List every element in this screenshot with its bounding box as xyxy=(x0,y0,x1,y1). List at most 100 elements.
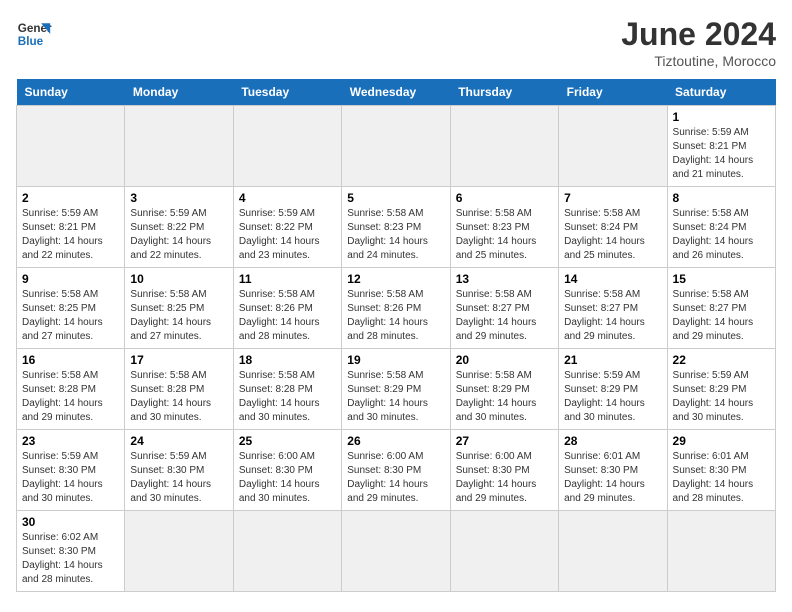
day-cell xyxy=(125,106,233,187)
day-cell: 7Sunrise: 5:58 AM Sunset: 8:24 PM Daylig… xyxy=(559,187,667,268)
day-number: 8 xyxy=(673,191,770,205)
day-number: 30 xyxy=(22,515,119,529)
day-cell: 8Sunrise: 5:58 AM Sunset: 8:24 PM Daylig… xyxy=(667,187,775,268)
header-row: SundayMondayTuesdayWednesdayThursdayFrid… xyxy=(17,79,776,106)
day-number: 9 xyxy=(22,272,119,286)
day-number: 28 xyxy=(564,434,661,448)
day-number: 13 xyxy=(456,272,553,286)
day-cell xyxy=(233,511,341,592)
week-row-4: 16 Sunrise: 5:58 AM Sunset: 8:28 PM Dayli… xyxy=(17,349,776,430)
day-info: Sunrise: 5:58 AM Sunset: 8:28 PM Dayligh… xyxy=(130,369,227,425)
day-cell: 26Sunrise: 6:00 AM Sunset: 8:30 PM Dayli… xyxy=(342,430,450,511)
day-info: Sunrise: 5:59 AM Sunset: 8:21 PM Dayligh… xyxy=(673,126,770,182)
day-cell: 13 Sunrise: 5:58 AM Sunset: 8:27 PM Dayli… xyxy=(450,268,558,349)
day-info: Sunrise: 6:01 AM Sunset: 8:30 PM Dayligh… xyxy=(673,450,770,506)
page-header: General Blue June 2024 Tiztoutine, Moroc… xyxy=(16,16,776,69)
day-info: Sunrise: 6:00 AM Sunset: 8:30 PM Dayligh… xyxy=(347,450,444,506)
day-number: 20 xyxy=(456,353,553,367)
day-cell: 15 Sunrise: 5:58 AM Sunset: 8:27 PM Dayli… xyxy=(667,268,775,349)
day-cell: 29Sunrise: 6:01 AM Sunset: 8:30 PM Dayli… xyxy=(667,430,775,511)
day-info: Sunrise: 5:59 AM Sunset: 8:29 PM Dayligh… xyxy=(673,369,770,425)
day-cell: 23 Sunrise: 5:59 AM Sunset: 8:30 PM Dayli… xyxy=(17,430,125,511)
header-cell-thursday: Thursday xyxy=(450,79,558,106)
week-row-6: 30 Sunrise: 6:02 AM Sunset: 8:30 PM Dayli… xyxy=(17,511,776,592)
day-cell xyxy=(342,511,450,592)
day-info: Sunrise: 6:00 AM Sunset: 8:30 PM Dayligh… xyxy=(239,450,336,506)
header-cell-wednesday: Wednesday xyxy=(342,79,450,106)
day-cell: 24 Sunrise: 5:59 AM Sunset: 8:30 PM Dayli… xyxy=(125,430,233,511)
day-cell: 20 Sunrise: 5:58 AM Sunset: 8:29 PM Dayli… xyxy=(450,349,558,430)
day-number: 22 xyxy=(673,353,770,367)
day-number: 10 xyxy=(130,272,227,286)
day-cell: 18 Sunrise: 5:58 AM Sunset: 8:28 PM Dayli… xyxy=(233,349,341,430)
day-number: 5 xyxy=(347,191,444,205)
day-cell xyxy=(125,511,233,592)
day-info: Sunrise: 5:58 AM Sunset: 8:25 PM Dayligh… xyxy=(130,288,227,344)
week-row-1: 1 Sunrise: 5:59 AM Sunset: 8:21 PM Daylig… xyxy=(17,106,776,187)
day-cell: 5 Sunrise: 5:58 AM Sunset: 8:23 PM Daylig… xyxy=(342,187,450,268)
header-cell-monday: Monday xyxy=(125,79,233,106)
day-cell: 25 Sunrise: 6:00 AM Sunset: 8:30 PM Dayli… xyxy=(233,430,341,511)
day-cell xyxy=(233,106,341,187)
day-number: 11 xyxy=(239,272,336,286)
day-cell: 19 Sunrise: 5:58 AM Sunset: 8:29 PM Dayli… xyxy=(342,349,450,430)
day-number: 24 xyxy=(130,434,227,448)
day-number: 17 xyxy=(130,353,227,367)
week-row-5: 23 Sunrise: 5:59 AM Sunset: 8:30 PM Dayli… xyxy=(17,430,776,511)
day-cell xyxy=(667,511,775,592)
logo: General Blue xyxy=(16,16,52,52)
title-area: June 2024 Tiztoutine, Morocco xyxy=(621,16,776,69)
header-cell-saturday: Saturday xyxy=(667,79,775,106)
day-number: 14 xyxy=(564,272,661,286)
day-number: 3 xyxy=(130,191,227,205)
day-number: 25 xyxy=(239,434,336,448)
day-info: Sunrise: 5:58 AM Sunset: 8:28 PM Dayligh… xyxy=(22,369,119,425)
day-info: Sunrise: 5:58 AM Sunset: 8:27 PM Dayligh… xyxy=(673,288,770,344)
day-info: Sunrise: 5:59 AM Sunset: 8:22 PM Dayligh… xyxy=(130,207,227,263)
day-number: 19 xyxy=(347,353,444,367)
day-cell xyxy=(450,511,558,592)
day-number: 12 xyxy=(347,272,444,286)
day-info: Sunrise: 6:00 AM Sunset: 8:30 PM Dayligh… xyxy=(456,450,553,506)
calendar-title: June 2024 xyxy=(621,16,776,53)
day-cell: 11Sunrise: 5:58 AM Sunset: 8:26 PM Dayli… xyxy=(233,268,341,349)
day-cell xyxy=(559,511,667,592)
day-info: Sunrise: 5:59 AM Sunset: 8:29 PM Dayligh… xyxy=(564,369,661,425)
day-info: Sunrise: 5:58 AM Sunset: 8:29 PM Dayligh… xyxy=(456,369,553,425)
day-info: Sunrise: 5:58 AM Sunset: 8:27 PM Dayligh… xyxy=(564,288,661,344)
day-cell: 3 Sunrise: 5:59 AM Sunset: 8:22 PM Daylig… xyxy=(125,187,233,268)
day-cell: 9 Sunrise: 5:58 AM Sunset: 8:25 PM Daylig… xyxy=(17,268,125,349)
day-number: 2 xyxy=(22,191,119,205)
day-number: 15 xyxy=(673,272,770,286)
day-info: Sunrise: 5:59 AM Sunset: 8:22 PM Dayligh… xyxy=(239,207,336,263)
day-info: Sunrise: 5:58 AM Sunset: 8:26 PM Dayligh… xyxy=(347,288,444,344)
day-cell: 1 Sunrise: 5:59 AM Sunset: 8:21 PM Daylig… xyxy=(667,106,775,187)
day-cell: 12 Sunrise: 5:58 AM Sunset: 8:26 PM Dayli… xyxy=(342,268,450,349)
day-info: Sunrise: 5:59 AM Sunset: 8:30 PM Dayligh… xyxy=(22,450,119,506)
day-info: Sunrise: 5:58 AM Sunset: 8:27 PM Dayligh… xyxy=(456,288,553,344)
week-row-3: 9 Sunrise: 5:58 AM Sunset: 8:25 PM Daylig… xyxy=(17,268,776,349)
calendar-table: SundayMondayTuesdayWednesdayThursdayFrid… xyxy=(16,79,776,592)
day-cell: 17 Sunrise: 5:58 AM Sunset: 8:28 PM Dayli… xyxy=(125,349,233,430)
day-info: Sunrise: 5:58 AM Sunset: 8:28 PM Dayligh… xyxy=(239,369,336,425)
calendar-subtitle: Tiztoutine, Morocco xyxy=(621,53,776,69)
logo-icon: General Blue xyxy=(16,16,52,52)
day-info: Sunrise: 5:59 AM Sunset: 8:21 PM Dayligh… xyxy=(22,207,119,263)
day-info: Sunrise: 5:58 AM Sunset: 8:29 PM Dayligh… xyxy=(347,369,444,425)
day-number: 7 xyxy=(564,191,661,205)
day-info: Sunrise: 6:02 AM Sunset: 8:30 PM Dayligh… xyxy=(22,531,119,587)
day-info: Sunrise: 5:58 AM Sunset: 8:23 PM Dayligh… xyxy=(347,207,444,263)
day-number: 16 xyxy=(22,353,119,367)
day-info: Sunrise: 5:58 AM Sunset: 8:25 PM Dayligh… xyxy=(22,288,119,344)
day-number: 23 xyxy=(22,434,119,448)
day-info: Sunrise: 5:59 AM Sunset: 8:30 PM Dayligh… xyxy=(130,450,227,506)
day-info: Sunrise: 5:58 AM Sunset: 8:23 PM Dayligh… xyxy=(456,207,553,263)
day-cell: 6Sunrise: 5:58 AM Sunset: 8:23 PM Daylig… xyxy=(450,187,558,268)
day-number: 27 xyxy=(456,434,553,448)
day-number: 1 xyxy=(673,110,770,124)
day-cell xyxy=(342,106,450,187)
day-cell: 14 Sunrise: 5:58 AM Sunset: 8:27 PM Dayli… xyxy=(559,268,667,349)
day-number: 18 xyxy=(239,353,336,367)
day-number: 21 xyxy=(564,353,661,367)
header-cell-tuesday: Tuesday xyxy=(233,79,341,106)
